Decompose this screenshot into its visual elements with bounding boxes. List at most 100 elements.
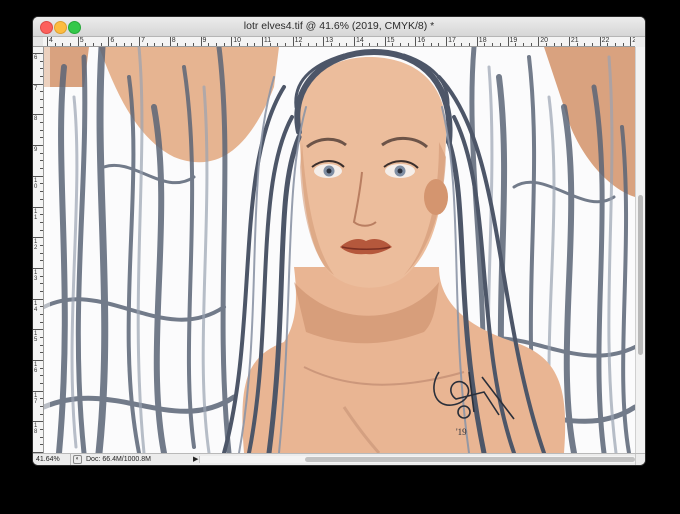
navigator-icon[interactable]: ◐	[73, 455, 82, 464]
ruler-minor-tick	[369, 43, 371, 46]
vertical-ruler[interactable]: 678910111213141516171819	[33, 47, 44, 453]
ruler-major-tick	[33, 298, 43, 300]
ruler-minor-tick	[123, 43, 125, 46]
ruler-minor-tick	[392, 43, 394, 46]
ruler-minor-tick	[277, 43, 279, 46]
ruler-major-tick	[261, 37, 263, 46]
ruler-minor-tick	[100, 43, 102, 46]
ruler-label: 7	[141, 37, 145, 44]
ruler-minor-tick	[40, 168, 43, 170]
ruler-minor-tick	[515, 43, 517, 46]
ruler-major-tick	[169, 37, 171, 46]
ruler-minor-tick	[146, 43, 148, 46]
zoom-level[interactable]: 41.64%	[33, 454, 71, 465]
horizontal-scrollbar[interactable]	[199, 456, 636, 463]
ruler-minor-tick	[492, 43, 494, 46]
ruler-minor-tick	[499, 43, 501, 46]
ruler-minor-tick	[430, 43, 432, 46]
ruler-minor-tick	[40, 244, 43, 246]
status-bar: 41.64% ◐ Doc: 66.4M/1000.8M ▶	[33, 453, 645, 465]
ruler-minor-tick	[400, 43, 402, 46]
ruler-minor-tick	[40, 398, 43, 400]
ruler-major-tick	[139, 37, 141, 46]
ruler-minor-tick	[591, 43, 593, 46]
ruler-minor-tick	[438, 43, 440, 46]
ruler-minor-tick	[338, 43, 340, 46]
window-title: lotr elves4.tif @ 41.6% (2019, CMYK/8) *	[243, 20, 435, 32]
ruler-minor-tick	[40, 198, 43, 200]
ruler-minor-tick	[40, 99, 43, 101]
ruler-major-tick	[292, 37, 294, 46]
ruler-major-tick	[33, 237, 43, 239]
ruler-minor-tick	[307, 43, 309, 46]
ruler-major-tick	[33, 206, 43, 208]
ruler-minor-tick	[40, 229, 43, 231]
ruler-minor-tick	[40, 313, 43, 315]
ruler-major-tick	[33, 175, 43, 177]
ruler-major-tick	[415, 37, 417, 46]
ruler-minor-tick	[40, 91, 43, 93]
ruler-minor-tick	[40, 76, 43, 78]
ruler-minor-tick	[40, 137, 43, 139]
ruler-minor-tick	[40, 321, 43, 323]
ruler-minor-tick	[85, 43, 87, 46]
ear	[424, 179, 448, 215]
ruler-minor-tick	[40, 160, 43, 162]
ruler-minor-tick	[40, 122, 43, 124]
ruler-minor-tick	[40, 290, 43, 292]
ruler-minor-tick	[423, 43, 425, 46]
ruler-minor-tick	[40, 252, 43, 254]
ruler-minor-tick	[223, 43, 225, 46]
ruler-minor-tick	[40, 68, 43, 70]
ruler-minor-tick	[40, 383, 43, 385]
ruler-minor-tick	[315, 43, 317, 46]
ruler-label: 6	[110, 37, 115, 44]
ruler-major-tick	[231, 37, 233, 46]
ruler-label: 23	[632, 37, 635, 44]
ruler-minor-tick	[154, 43, 156, 46]
ruler-minor-tick	[40, 183, 43, 185]
vertical-scrollbar[interactable]	[635, 47, 645, 453]
ruler-major-tick	[33, 390, 43, 392]
ruler-minor-tick	[40, 367, 43, 369]
image-canvas[interactable]: '19	[44, 47, 635, 453]
ruler-minor-tick	[484, 43, 486, 46]
ruler-minor-tick	[62, 43, 64, 46]
ruler-minor-tick	[40, 275, 43, 277]
ruler-minor-tick	[208, 43, 210, 46]
ruler-minor-tick	[530, 43, 532, 46]
resize-corner[interactable]	[635, 454, 645, 465]
ruler-minor-tick	[185, 43, 187, 46]
ruler-major-tick	[354, 37, 355, 46]
horizontal-ruler[interactable]: 4567891011121314151617181920212223	[43, 37, 635, 47]
ruler-major-tick	[538, 37, 540, 46]
ruler-minor-tick	[377, 43, 379, 46]
title-bar[interactable]: lotr elves4.tif @ 41.6% (2019, CMYK/8) *	[33, 17, 645, 37]
ruler-minor-tick	[330, 43, 332, 46]
status-menu-arrow-icon[interactable]: ▶	[193, 454, 198, 465]
ruler-major-tick	[33, 267, 43, 269]
ruler-minor-tick	[192, 43, 194, 46]
horizontal-scroll-thumb[interactable]	[305, 457, 635, 462]
ruler-major-tick	[33, 421, 43, 423]
ruler-minor-tick	[254, 43, 256, 46]
ruler-minor-tick	[40, 129, 43, 131]
ruler-minor-tick	[215, 43, 217, 46]
ruler-minor-tick	[576, 43, 578, 46]
ruler-minor-tick	[40, 413, 43, 415]
ruler-minor-tick	[346, 43, 348, 46]
ruler-major-tick	[200, 37, 202, 46]
ruler-label: 5	[79, 37, 84, 44]
ruler-minor-tick	[70, 43, 72, 46]
ruler-minor-tick	[553, 43, 555, 46]
ruler-minor-tick	[469, 43, 471, 46]
ruler-major-tick	[33, 145, 43, 147]
ruler-major-tick	[33, 53, 43, 54]
signature-year: '19	[456, 427, 467, 437]
ruler-label: 9	[202, 37, 207, 44]
ruler-minor-tick	[361, 43, 363, 46]
document-size: Doc: 66.4M/1000.8M	[86, 456, 151, 463]
ruler-major-tick	[507, 37, 509, 46]
vertical-scroll-thumb[interactable]	[638, 195, 643, 355]
ruler-minor-tick	[40, 191, 43, 193]
